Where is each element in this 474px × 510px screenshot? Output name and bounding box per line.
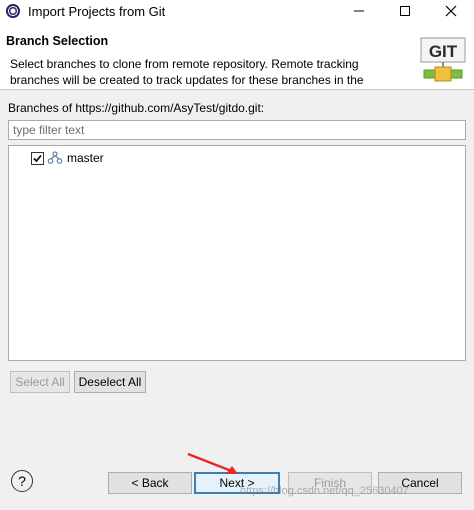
minimize-button[interactable] bbox=[336, 0, 382, 22]
wizard-header: Branch Selection Select branches to clon… bbox=[0, 22, 474, 90]
git-logo-text: GIT bbox=[429, 42, 458, 61]
deselect-all-button[interactable]: Deselect All bbox=[74, 371, 146, 393]
annotation-arrow-icon bbox=[187, 452, 238, 474]
minimize-icon bbox=[354, 10, 364, 12]
close-button[interactable] bbox=[428, 0, 474, 22]
filter-input[interactable] bbox=[8, 120, 466, 140]
title-bar: Import Projects from Git bbox=[0, 0, 474, 22]
back-button[interactable]: < Back bbox=[108, 472, 192, 494]
checkmark-icon bbox=[33, 154, 42, 162]
maximize-button[interactable] bbox=[382, 0, 428, 22]
select-all-button[interactable]: Select All bbox=[10, 371, 70, 393]
help-icon: ? bbox=[18, 473, 26, 489]
maximize-icon bbox=[400, 6, 410, 16]
page-title: Branch Selection bbox=[6, 34, 109, 48]
eclipse-icon bbox=[6, 4, 20, 18]
git-branch-icon bbox=[47, 151, 63, 164]
close-icon bbox=[445, 5, 457, 17]
list-item[interactable]: master bbox=[31, 150, 104, 166]
branch-checkbox[interactable] bbox=[31, 151, 44, 165]
watermark: https://blog.csdn.net/qq_25630407 bbox=[240, 485, 409, 497]
branches-label: Branches of https://github.com/AsyTest/g… bbox=[8, 101, 265, 115]
branch-tree[interactable]: master bbox=[8, 145, 466, 361]
window-title: Import Projects from Git bbox=[28, 3, 166, 19]
import-dialog: Import Projects from Git Branch Selectio… bbox=[0, 0, 474, 510]
branch-label: master bbox=[67, 151, 104, 165]
help-button[interactable]: ? bbox=[11, 470, 33, 492]
page-description: Select branches to clone from remote rep… bbox=[10, 57, 364, 87]
git-logo-icon: GIT bbox=[420, 37, 466, 82]
